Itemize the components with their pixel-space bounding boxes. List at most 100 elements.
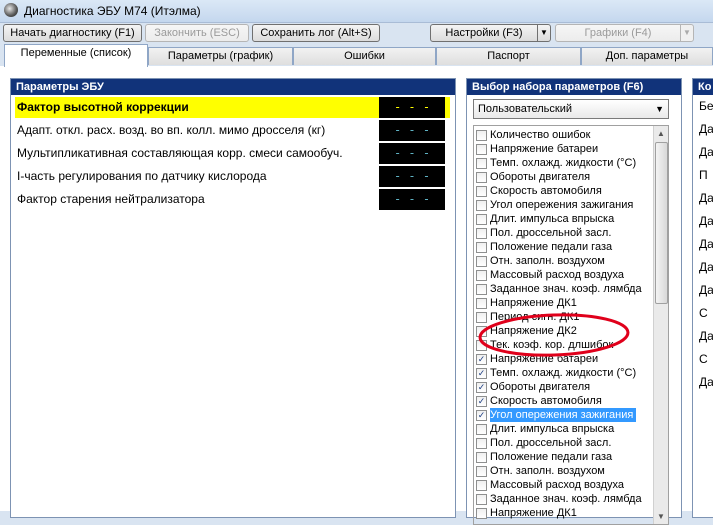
param-checklist-item[interactable]: ✓ Темп. охлажд. жидкости (°C) <box>476 366 650 380</box>
param-name: Мультипликативная составляющая корр. сме… <box>17 146 343 160</box>
param-checklist-item[interactable]: Массовый расход воздуха <box>476 478 650 492</box>
param-checklist-item[interactable]: Длит. импульса впрыска <box>476 212 650 226</box>
start-diagnostics-button[interactable]: Начать диагностику (F1) <box>3 24 142 42</box>
checkbox-icon[interactable] <box>476 480 487 491</box>
param-checklist-label: Темп. охлажд. жидкости (°C) <box>490 157 637 169</box>
param-checklist-item[interactable]: Количество ошибок <box>476 128 650 142</box>
param-checklist-item[interactable]: Угол опережения зажигания <box>476 198 650 212</box>
checkbox-icon[interactable] <box>476 298 487 309</box>
checkbox-icon[interactable] <box>476 144 487 155</box>
param-checklist-item[interactable]: Отн. заполн. воздухом <box>476 254 650 268</box>
checkbox-icon[interactable] <box>476 508 487 519</box>
checkbox-icon[interactable] <box>476 424 487 435</box>
param-checklist[interactable]: Напряжение ДК1 Заданное знач. коэф. лямбд… <box>473 125 669 525</box>
chevron-down-icon: ▼ <box>655 104 664 114</box>
checkbox-icon[interactable] <box>476 172 487 183</box>
param-checklist-item[interactable]: ✓ Угол опережения зажигания <box>476 408 650 422</box>
param-row[interactable]: Адапт. откл. расх. возд. во вп. колл. ми… <box>15 120 450 141</box>
param-checklist-label: Заданное знач. коэф. лямбда <box>490 283 642 295</box>
param-checklist-label: Длит. импульса впрыска <box>490 423 615 435</box>
param-checklist-item[interactable]: Заданное знач. коэф. лямбда <box>476 282 650 296</box>
checkbox-icon[interactable] <box>476 466 487 477</box>
tab-parameters-graph[interactable]: Параметры (график) <box>148 47 293 65</box>
param-checklist-label: Пол. дроссельной засл. <box>490 437 612 449</box>
window-title: Диагностика ЭБУ М74 (Итэлма) <box>24 4 201 18</box>
graphs-dropdown-arrow-icon[interactable]: ▼ <box>680 24 694 42</box>
param-checklist-label: Темп. охлажд. жидкости (°C) <box>490 367 637 379</box>
stop-button[interactable]: Закончить (ESC) <box>145 24 249 42</box>
param-checklist-label: Заданное знач. коэф. лямбда <box>490 493 642 505</box>
checkbox-icon[interactable] <box>476 494 487 505</box>
right-panel-item: Да <box>699 214 713 228</box>
checkbox-icon[interactable] <box>476 130 487 141</box>
checkbox-icon[interactable] <box>476 228 487 239</box>
scroll-down-icon[interactable]: ▼ <box>654 509 668 524</box>
param-checklist-item[interactable]: Отн. заполн. воздухом <box>476 464 650 478</box>
param-checklist-label: Пол. дроссельной засл. <box>490 227 612 239</box>
param-checklist-label: Обороты двигателя <box>490 381 591 393</box>
param-checklist-item[interactable]: Положение педали газа <box>476 450 650 464</box>
param-checklist-item[interactable]: Положение педали газа <box>476 240 650 254</box>
checkbox-icon[interactable] <box>476 186 487 197</box>
toolbar: Начать диагностику (F1) Закончить (ESC) … <box>0 22 713 44</box>
checkbox-icon[interactable] <box>476 284 487 295</box>
param-row[interactable]: Мультипликативная составляющая корр. сме… <box>15 143 450 164</box>
param-checklist-item[interactable]: Тек. коэф. кор. длшибок <box>476 338 650 352</box>
param-checklist-item[interactable]: Напряжение ДК2 <box>476 324 650 338</box>
param-row[interactable]: I-часть регулирования по датчику кислоро… <box>15 166 450 187</box>
settings-button[interactable]: Настройки (F3) <box>430 24 538 42</box>
checkbox-checked-icon[interactable]: ✓ <box>476 396 487 407</box>
checkbox-icon[interactable] <box>476 452 487 463</box>
checkbox-checked-icon[interactable]: ✓ <box>476 410 487 421</box>
param-row[interactable]: Фактор высотной коррекции - - - <box>15 97 450 118</box>
graphs-button[interactable]: Графики (F4) <box>555 24 681 42</box>
param-checklist-item[interactable]: Пол. дроссельной засл. <box>476 436 650 450</box>
checkbox-checked-icon[interactable]: ✓ <box>476 354 487 365</box>
tab-extra-params[interactable]: Доп. параметры <box>581 47 713 65</box>
tab-errors[interactable]: Ошибки <box>293 47 436 65</box>
param-checklist-item[interactable]: Период сигн. ДК1 <box>476 310 650 324</box>
param-checklist-item[interactable]: ✓ Напряжение батареи <box>476 352 650 366</box>
checkbox-icon[interactable] <box>476 438 487 449</box>
param-checklist-item[interactable]: Пол. дроссельной засл. <box>476 226 650 240</box>
checkbox-icon[interactable] <box>476 214 487 225</box>
param-checklist-item[interactable]: Напряжение батареи <box>476 142 650 156</box>
param-checklist-label: Напряжение ДК1 <box>490 507 577 519</box>
param-checklist-item[interactable]: ✓ Обороты двигателя <box>476 380 650 394</box>
param-checklist-item[interactable]: Темп. охлажд. жидкости (°C) <box>476 156 650 170</box>
checkbox-icon[interactable] <box>476 256 487 267</box>
param-checklist-item[interactable]: Длит. импульса впрыска <box>476 422 650 436</box>
checkbox-icon[interactable] <box>476 340 487 351</box>
checkbox-icon[interactable] <box>476 312 487 323</box>
checkbox-icon[interactable] <box>476 242 487 253</box>
checkbox-icon[interactable] <box>476 326 487 337</box>
param-checklist-item[interactable]: Напряжение ДК1 <box>476 296 650 310</box>
param-checklist-item[interactable]: Массовый расход воздуха <box>476 268 650 282</box>
param-checklist-item[interactable]: Обороты двигателя <box>476 170 650 184</box>
param-row[interactable]: Фактор старения нейтрализатора - - - <box>15 189 450 210</box>
right-panel-item: Да <box>699 145 713 159</box>
param-checklist-label: Положение педали газа <box>490 241 613 253</box>
checklist-scrollbar[interactable]: ▲ ▼ <box>653 126 668 524</box>
tab-passport[interactable]: Паспорт <box>436 47 581 65</box>
param-checklist-item[interactable]: Напряжение ДК1 <box>476 506 650 520</box>
scroll-up-icon[interactable]: ▲ <box>654 126 668 141</box>
settings-dropdown-arrow-icon[interactable]: ▼ <box>537 24 551 42</box>
tab-variables-list[interactable]: Переменные (список) <box>4 44 148 67</box>
param-checklist-item[interactable]: Заданное знач. коэф. лямбда <box>476 492 650 506</box>
checkbox-icon[interactable] <box>476 158 487 169</box>
right-panel-item: Да <box>699 283 713 297</box>
param-set-select[interactable]: Пользовательский ▼ <box>473 99 669 119</box>
checkbox-checked-icon[interactable]: ✓ <box>476 368 487 379</box>
right-panel-item: П <box>699 168 708 182</box>
right-panel-item: Да <box>699 329 713 343</box>
param-value: - - - <box>379 166 445 187</box>
checkbox-icon[interactable] <box>476 270 487 281</box>
right-panel-header: Ко <box>693 79 713 95</box>
checkbox-checked-icon[interactable]: ✓ <box>476 382 487 393</box>
param-checklist-item[interactable]: ✓ Скорость автомобиля <box>476 394 650 408</box>
checkbox-icon[interactable] <box>476 200 487 211</box>
scrollbar-thumb[interactable] <box>655 142 668 304</box>
save-log-button[interactable]: Сохранить лог (Alt+S) <box>252 24 380 42</box>
param-checklist-item[interactable]: Скорость автомобиля <box>476 184 650 198</box>
